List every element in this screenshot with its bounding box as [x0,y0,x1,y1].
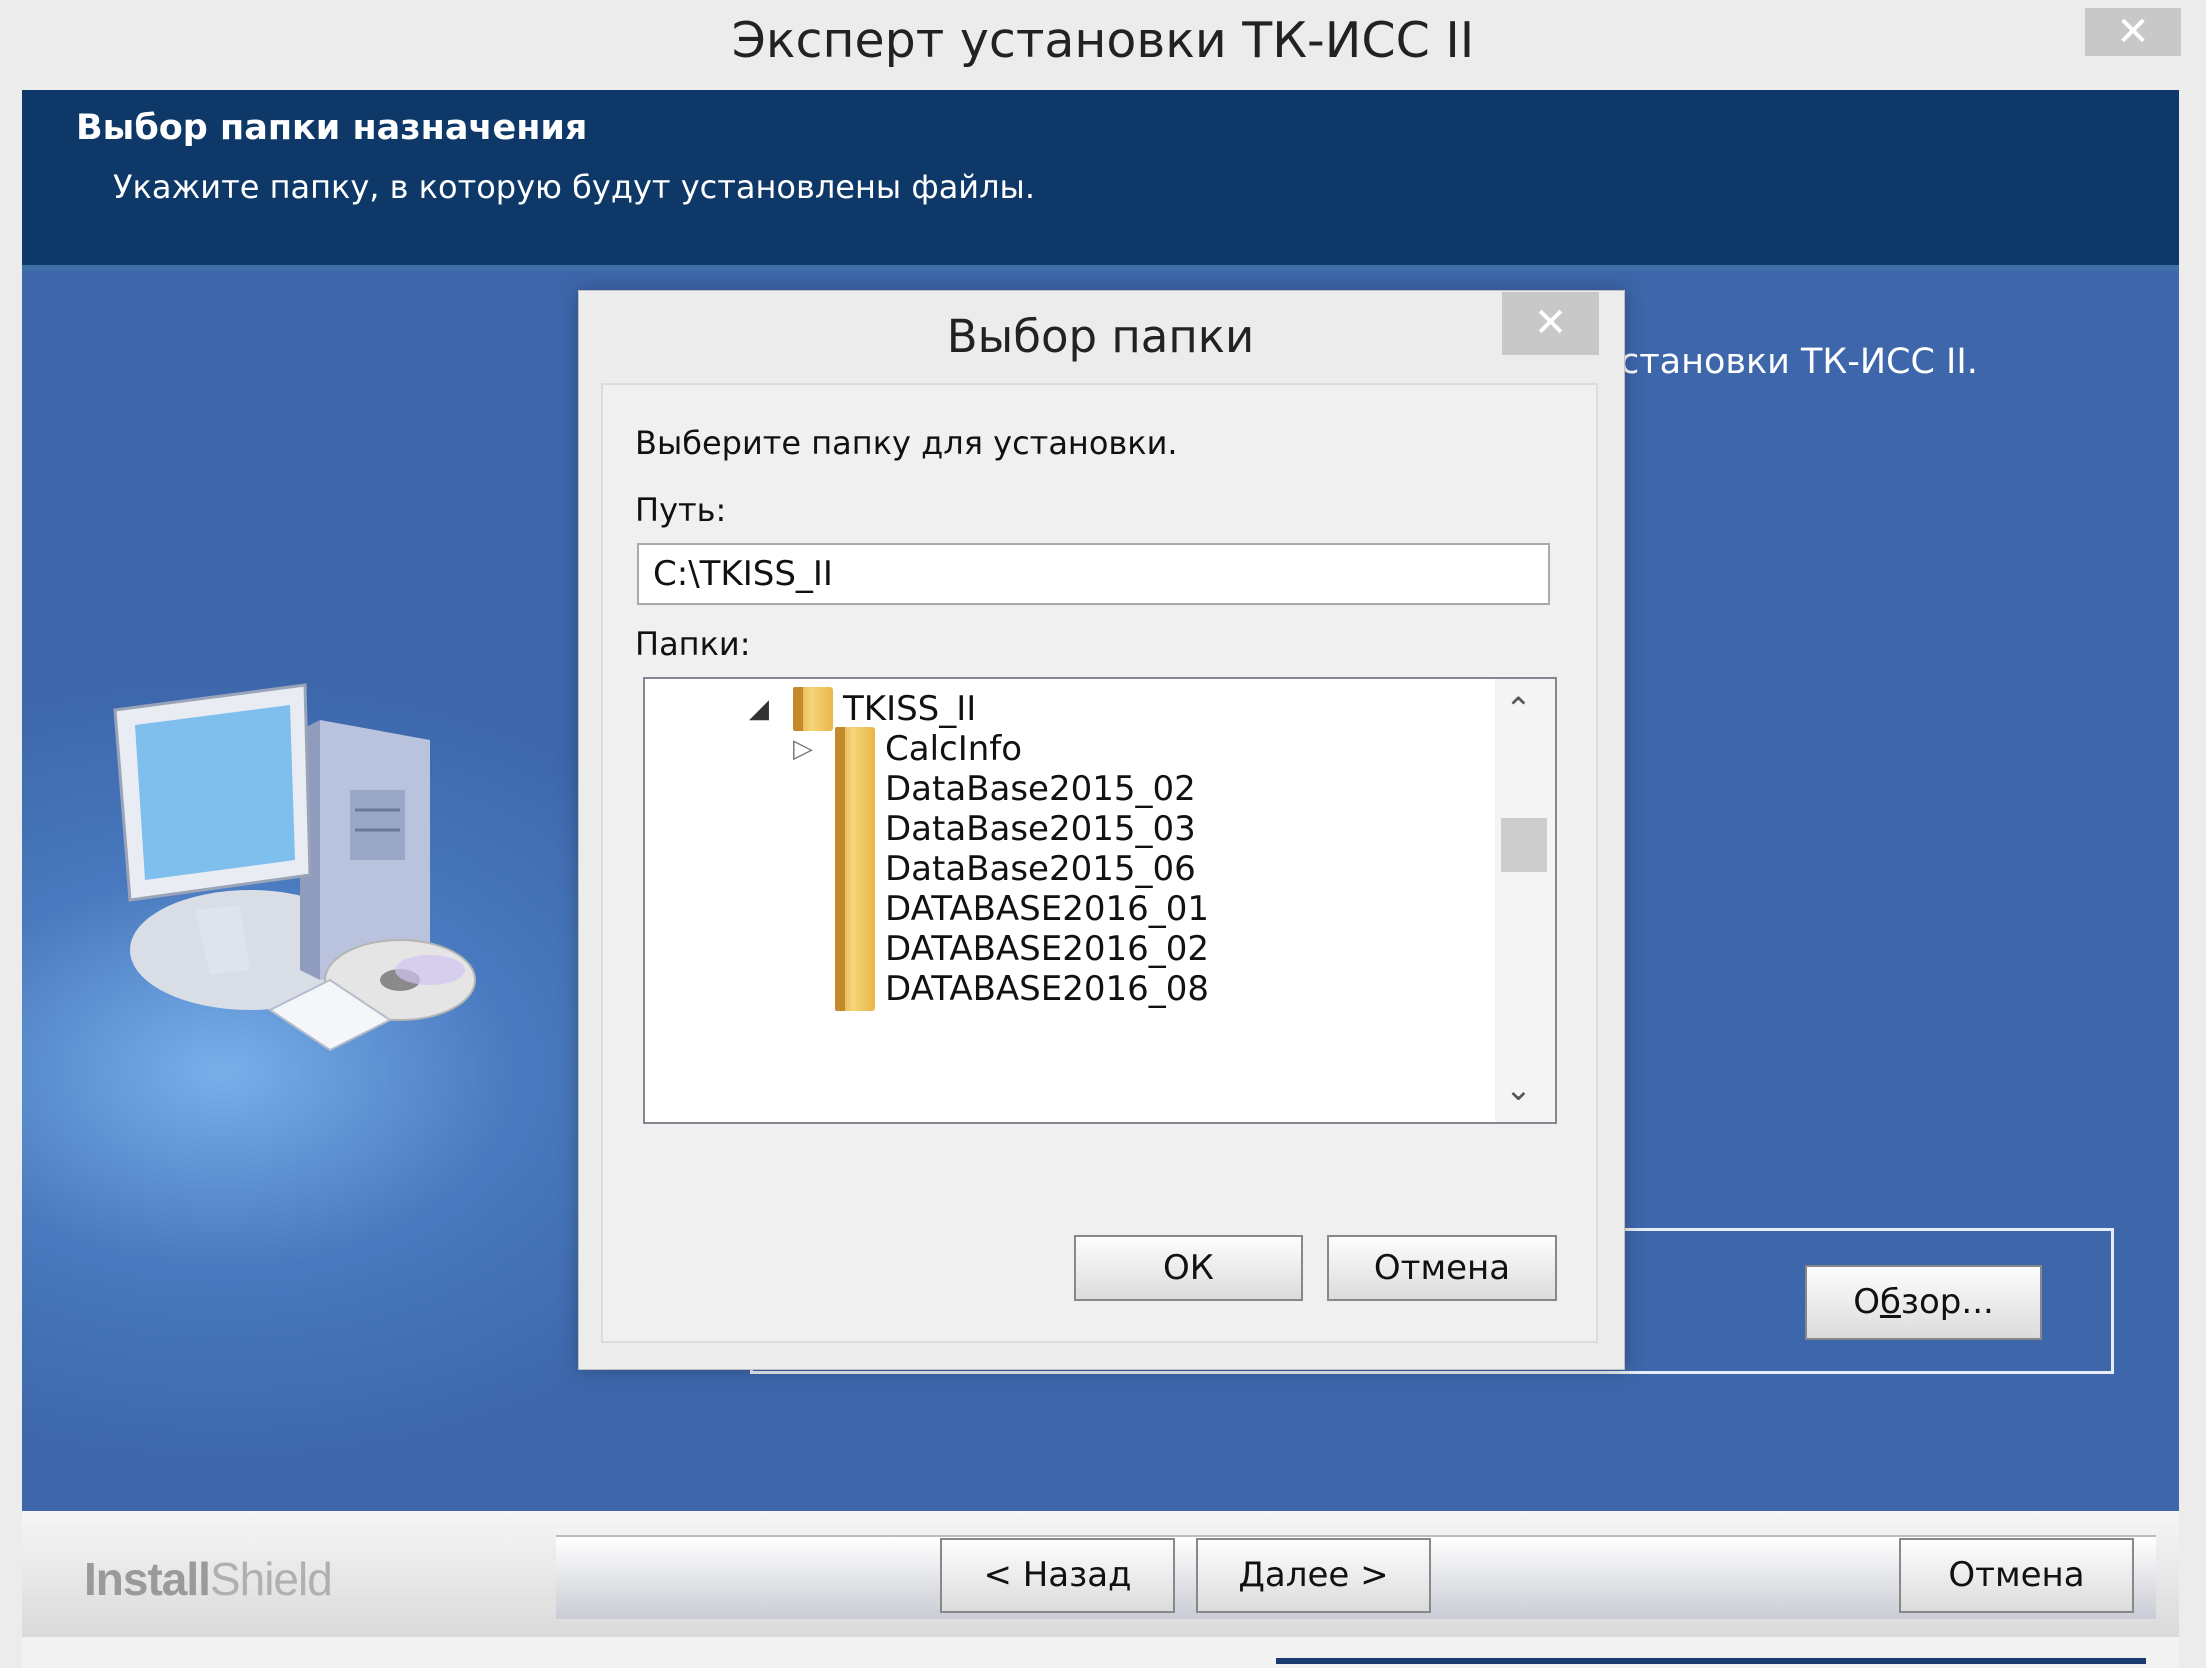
scroll-thumb[interactable] [1501,818,1547,872]
header-title: Выбор папки назначения [76,108,588,148]
dialog-close-button[interactable]: ✕ [1502,292,1599,355]
browse-button-label: Обзор... [1853,1282,1994,1322]
window-title: Эксперт установки ТК-ИСС II [731,12,1475,69]
taskbar-edge [1276,1658,2146,1664]
folder-icon [835,967,875,1011]
path-input[interactable] [637,543,1550,605]
scroll-down-icon[interactable]: ⌄ [1505,1070,1532,1108]
folder-icon [835,767,875,811]
next-button[interactable]: Далее > [1196,1538,1431,1613]
installshield-logo: InstallShield [84,1553,333,1605]
scroll-up-icon[interactable]: ⌃ [1505,690,1532,728]
computer-illustration [113,683,476,1052]
collapsed-arrow-icon[interactable]: ▷ [793,721,813,777]
ok-button[interactable]: ОК [1074,1235,1303,1301]
path-label: Путь: [635,491,727,529]
tree-scrollbar[interactable] [1495,679,1555,1122]
expand-arrow-icon[interactable]: ◢ [749,681,769,737]
folders-label: Папки: [635,625,751,663]
folder-icon [835,927,875,971]
wizard-cancel-button[interactable]: Отмена [1899,1538,2134,1613]
window-close-button[interactable]: ✕ [2085,8,2181,56]
back-button[interactable]: < Назад [940,1538,1175,1613]
destination-description-text: становки ТК-ИСС II. [1620,342,1978,382]
tree-item-label: DATABASE2016_08 [885,969,1210,1009]
folder-tree[interactable]: ◢ TKISS_II ▷ CalcInfo DataBase2015_02 Da… [643,677,1557,1124]
dialog-prompt: Выберите папку для установки. [635,424,1178,462]
folder-icon [835,847,875,891]
dialog-title: Выбор папки [946,310,1255,363]
close-icon: ✕ [2116,9,2150,55]
folder-icon [835,807,875,851]
close-icon: ✕ [1533,300,1568,346]
header-subtitle: Укажите папку, в которую будут установле… [113,168,1035,206]
dialog-cancel-button[interactable]: Отмена [1327,1235,1557,1301]
folder-icon [835,727,875,771]
folder-icon [835,887,875,931]
browse-button[interactable]: Обзор... [1805,1265,2042,1340]
